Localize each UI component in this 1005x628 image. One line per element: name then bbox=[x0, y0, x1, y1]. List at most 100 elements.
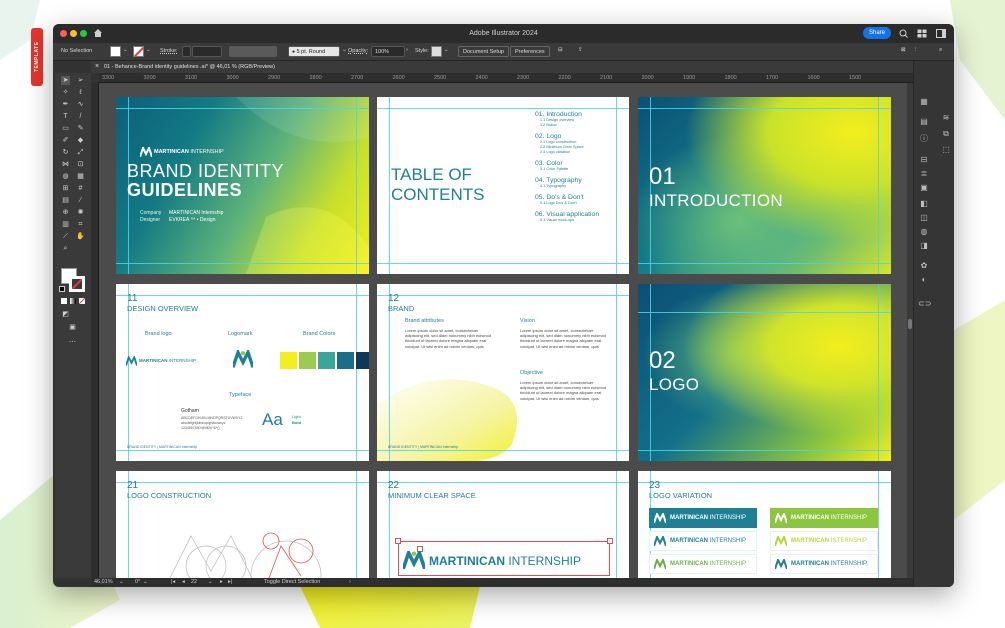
next-artboard-icon[interactable]: ▸ bbox=[220, 579, 223, 585]
arrange-documents-icon[interactable] bbox=[917, 29, 927, 38]
color-mode-icon[interactable] bbox=[61, 298, 67, 304]
style-swatch[interactable] bbox=[431, 46, 442, 57]
fill-swatch[interactable] bbox=[110, 46, 121, 57]
share-button[interactable]: Share bbox=[862, 27, 891, 39]
layers-panel-icon[interactable]: ≋ bbox=[940, 113, 952, 122]
more-tools-icon[interactable]: ⋯ bbox=[68, 338, 77, 347]
draw-mode-icon[interactable]: ◩ bbox=[61, 310, 70, 319]
panel-layout-icon[interactable] bbox=[936, 29, 946, 38]
distribute-icon[interactable]: ⫶ bbox=[915, 47, 916, 54]
direct-selection-tool-icon[interactable]: ➢ bbox=[76, 76, 85, 85]
rotation-angle[interactable]: 0° bbox=[135, 579, 140, 585]
artboard-minimum-clear-space[interactable]: 22 MINIMUM CLEAR SPACE MARTINICAN INTERN… bbox=[377, 471, 629, 578]
preferences-button[interactable]: Preferences bbox=[510, 46, 550, 57]
align-panel-icon[interactable]: ⊟ bbox=[918, 155, 930, 164]
scrollbar-thumb[interactable] bbox=[908, 319, 912, 329]
artboard-cover[interactable]: MARTINICAN INTERNSHIP BRAND IDENTITY GUI… bbox=[116, 97, 369, 274]
hand-tool-icon[interactable]: ✋ bbox=[76, 232, 85, 241]
export-icon[interactable]: ⇪ bbox=[578, 47, 583, 53]
stroke-color-icon[interactable] bbox=[69, 276, 85, 292]
artboard-tool-icon[interactable]: ⌗ bbox=[76, 220, 85, 229]
gradient-mode-icon[interactable] bbox=[70, 298, 76, 304]
links-panel-icon[interactable]: ⊂⊃ bbox=[918, 299, 931, 308]
properties-panel-icon[interactable]: ▦ bbox=[918, 97, 930, 106]
align-icon[interactable]: ⊟ bbox=[558, 47, 563, 53]
symbols-panel-icon[interactable]: ✿ bbox=[918, 261, 930, 270]
type-tool-icon[interactable]: T bbox=[61, 112, 70, 121]
mesh-tool-icon[interactable]: # bbox=[76, 184, 85, 193]
libraries-panel-icon[interactable]: ▤ bbox=[918, 117, 930, 126]
live-paint-tool-icon[interactable]: ▦ bbox=[76, 172, 85, 181]
pen-tool-icon[interactable]: ✒ bbox=[61, 100, 70, 109]
artboard-number[interactable]: 22 bbox=[191, 579, 197, 585]
color-guide-panel-icon[interactable]: ◍ bbox=[918, 227, 930, 236]
chevron-right-icon[interactable]: › bbox=[406, 47, 408, 53]
swatches-panel-icon[interactable]: ◫ bbox=[918, 213, 930, 222]
line-tool-icon[interactable]: / bbox=[76, 112, 85, 121]
chevron-down-icon[interactable]: ⌄ bbox=[208, 579, 213, 585]
artboard-brand[interactable]: 12 BRAND Brand attributes Lorem ipsum do… bbox=[377, 284, 629, 461]
previous-artboard-icon[interactable]: ◂ bbox=[182, 579, 185, 585]
last-artboard-icon[interactable]: ▸| bbox=[228, 579, 232, 585]
stroke-weight-input[interactable] bbox=[182, 46, 191, 57]
menu-icon[interactable]: ≡ bbox=[939, 47, 942, 53]
appearance-panel-icon[interactable]: ◧ bbox=[918, 199, 930, 208]
rectangle-tool-icon[interactable]: ▭ bbox=[61, 124, 70, 133]
paintbrush-tool-icon[interactable]: ✎ bbox=[76, 124, 85, 133]
default-colors-icon[interactable] bbox=[59, 286, 65, 292]
stroke-label[interactable]: Stroke: bbox=[160, 48, 177, 54]
artboard-logo-variation[interactable]: 23 LOGO VARIATION MARTINICAN INTERNSHIP M… bbox=[638, 471, 891, 578]
chevron-right-icon[interactable]: › bbox=[349, 579, 351, 585]
chevron-down-icon[interactable]: ⌄ bbox=[444, 47, 449, 53]
width-tool-icon[interactable]: ⋈ bbox=[61, 160, 70, 169]
symbol-sprayer-tool-icon[interactable]: ✺ bbox=[76, 208, 85, 217]
canvas[interactable]: MARTINICAN INTERNSHIP BRAND IDENTITY GUI… bbox=[99, 83, 907, 578]
transform-panel-icon[interactable]: ≣ bbox=[918, 169, 930, 178]
perspective-grid-tool-icon[interactable]: ⊞ bbox=[61, 184, 70, 193]
graph-tool-icon[interactable]: ▥ bbox=[61, 220, 70, 229]
chevron-down-icon[interactable]: ⌄ bbox=[123, 47, 128, 53]
lasso-tool-icon[interactable]: ℓ bbox=[76, 88, 85, 97]
selection-tool-icon[interactable]: ➤ bbox=[61, 76, 70, 85]
slice-tool-icon[interactable]: ⟋ bbox=[61, 232, 70, 241]
brushes-panel-icon[interactable]: ◐ bbox=[918, 275, 930, 284]
artboard-logo[interactable]: 02 LOGO bbox=[638, 284, 891, 461]
artboard-table-of-contents[interactable]: TABLE OF CONTENTS 01. Introduction 1.1 De… bbox=[377, 97, 629, 274]
document-setup-button[interactable]: Document Setup bbox=[458, 46, 509, 57]
info-panel-icon[interactable]: ⓘ bbox=[918, 133, 930, 144]
variable-width-profile[interactable] bbox=[229, 46, 277, 57]
opacity-input[interactable]: 100% bbox=[371, 46, 405, 57]
artboard-logo-construction[interactable]: 21 LOGO CONSTRUCTION bbox=[116, 471, 369, 578]
gradient-panel-icon[interactable]: ◨ bbox=[918, 241, 930, 250]
curvature-tool-icon[interactable]: ∿ bbox=[76, 100, 85, 109]
first-artboard-icon[interactable]: |◂ bbox=[171, 579, 175, 585]
shaper-tool-icon[interactable]: ✐ bbox=[61, 136, 70, 145]
artboard-design-overview[interactable]: 11 DESIGN OVERVIEW Brand logo Logomark B… bbox=[116, 284, 369, 461]
asset-export-panel-icon[interactable]: ⬚ bbox=[940, 145, 952, 154]
chevron-down-icon[interactable]: ⌄ bbox=[342, 47, 347, 53]
search-icon[interactable] bbox=[899, 29, 908, 38]
chevron-down-icon[interactable]: ⌄ bbox=[143, 579, 148, 585]
blend-tool-icon[interactable]: ⊕ bbox=[61, 208, 70, 217]
eyedropper-tool-icon[interactable]: ⁄ bbox=[76, 196, 85, 205]
artboard-introduction[interactable]: 01 INTRODUCTION bbox=[638, 97, 891, 274]
stroke-swatch[interactable] bbox=[133, 46, 144, 57]
pathfinder-panel-icon[interactable]: ▣ bbox=[918, 183, 930, 192]
zoom-level[interactable]: 46,01% bbox=[94, 579, 113, 585]
screen-mode-icon[interactable]: ▣ bbox=[68, 323, 77, 332]
brush-definition-dropdown[interactable]: ● 5 pt. Round bbox=[288, 46, 340, 57]
artboards-panel-icon[interactable]: ⧉ bbox=[940, 129, 952, 139]
zoom-tool-icon[interactable]: ⌕ bbox=[61, 244, 70, 253]
opacity-label[interactable]: Opacity: bbox=[348, 48, 368, 54]
stroke-weight-dropdown[interactable] bbox=[192, 46, 222, 57]
rotate-tool-icon[interactable]: ↻ bbox=[61, 148, 70, 157]
eraser-tool-icon[interactable]: ◆ bbox=[76, 136, 85, 145]
chevron-down-icon[interactable]: ⌄ bbox=[119, 579, 124, 585]
none-mode-icon[interactable] bbox=[79, 298, 85, 304]
free-transform-tool-icon[interactable]: ⊡ bbox=[76, 160, 85, 169]
document-tab[interactable]: × 01 - Behance-Brand identity guidelines… bbox=[91, 61, 913, 73]
scale-tool-icon[interactable]: ⤢ bbox=[76, 148, 85, 157]
transform-icon[interactable]: ⊠ bbox=[901, 47, 906, 53]
magic-wand-tool-icon[interactable]: ✧ bbox=[61, 88, 70, 97]
close-tab-icon[interactable]: × bbox=[95, 63, 99, 70]
